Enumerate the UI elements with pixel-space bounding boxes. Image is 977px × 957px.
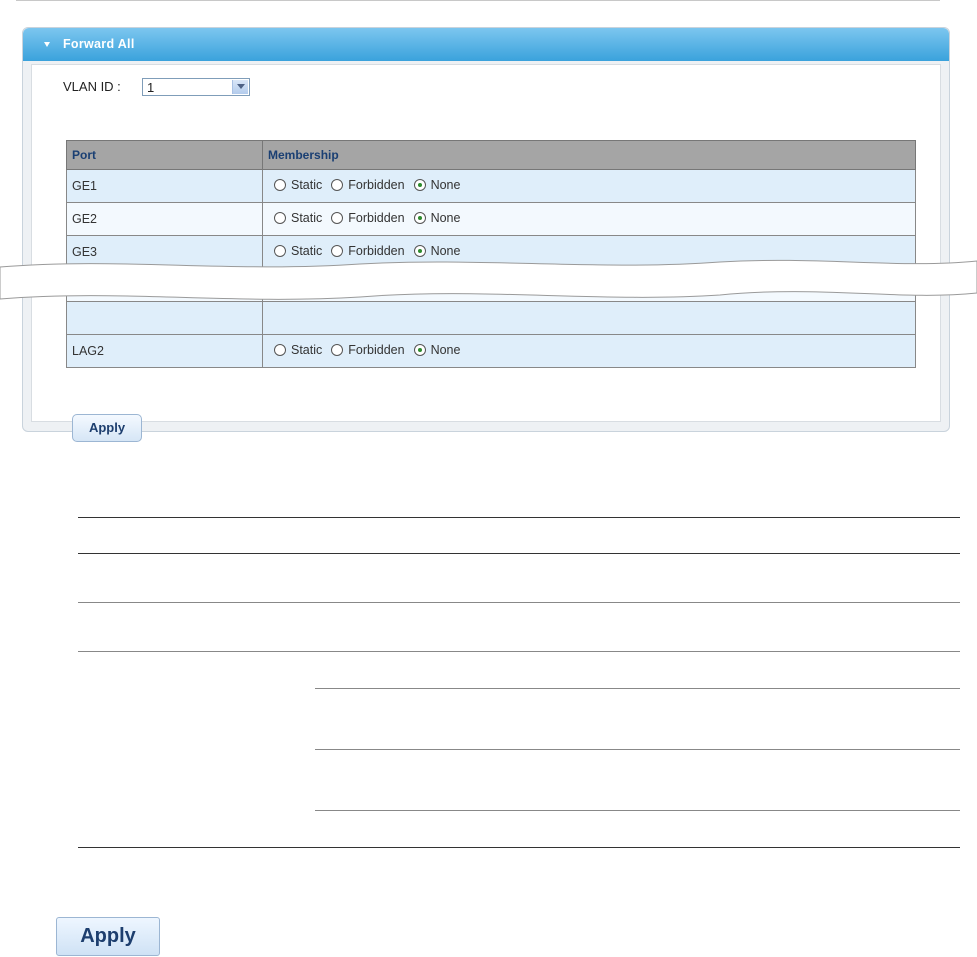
desc-table-row-rule [78,651,960,652]
radio-static[interactable] [274,344,286,356]
panel-header[interactable]: Forward All [23,28,949,61]
radio-forbidden[interactable] [331,212,344,224]
membership-radio-group: Static Forbidden None [268,178,463,192]
desc-table-subrow-rule [315,749,960,750]
top-divider [16,0,940,1]
membership-radio-group: Static Forbidden None [268,211,463,225]
membership-radio-group: Static Forbidden None [268,343,463,357]
desc-table-row-rule [78,602,960,603]
membership-cell: Static Forbidden None [262,202,916,236]
radio-label-static: Static [291,211,323,225]
radio-label-forbidden: Forbidden [348,343,405,357]
forward-all-panel: Forward All VLAN ID : 1 Port Membership … [22,27,950,442]
port-column-header: Port [66,140,263,170]
radio-static[interactable] [274,179,286,191]
port-name: GE1 [66,169,263,203]
port-name: GE2 [66,202,263,236]
chevron-down-icon[interactable] [232,80,248,94]
vlan-id-select[interactable]: 1 [142,78,250,96]
collapse-arrow-icon[interactable] [44,42,50,47]
table-row: LAG2 Static Forbidden None [66,334,916,368]
panel-title: Forward All [63,37,135,51]
radio-label-none: None [430,343,461,357]
page-break-tear [0,259,977,300]
radio-none[interactable] [413,344,426,356]
table-row: GE1 Static Forbidden None [66,169,916,203]
membership-cell: Static Forbidden None [262,169,916,203]
table-row: GE2 Static Forbidden None [66,202,916,236]
apply-button-large[interactable]: Apply [56,917,160,956]
radio-label-none: None [430,178,461,192]
radio-forbidden[interactable] [331,179,344,191]
radio-label-forbidden: Forbidden [348,211,405,225]
apply-button[interactable]: Apply [72,414,142,442]
desc-table-bottom-rule [78,847,960,848]
port-membership-table: Port Membership GE1 Static Forbidden None GE… [66,140,916,368]
vlan-id-label: VLAN ID : [63,79,121,94]
table-header-row: Port Membership [66,140,916,170]
membership-cell: Static Forbidden None [262,334,916,368]
radio-none[interactable] [413,212,426,224]
desc-table-subrow-rule [315,688,960,689]
panel-body: VLAN ID : 1 Port Membership GE1 Static For… [31,64,941,442]
vlan-id-value: 1 [147,80,155,95]
desc-table-top-rule [78,517,960,518]
radio-forbidden[interactable] [331,344,344,356]
membership-column-header: Membership [262,140,916,170]
radio-static[interactable] [274,212,286,224]
desc-table-subrow-rule [315,810,960,811]
desc-table-header-rule [78,553,960,554]
radio-none[interactable] [413,179,426,191]
radio-label-forbidden: Forbidden [348,178,405,192]
port-name: LAG2 [66,334,263,368]
radio-label-static: Static [291,343,323,357]
radio-label-static: Static [291,178,323,192]
radio-label-none: None [430,211,461,225]
